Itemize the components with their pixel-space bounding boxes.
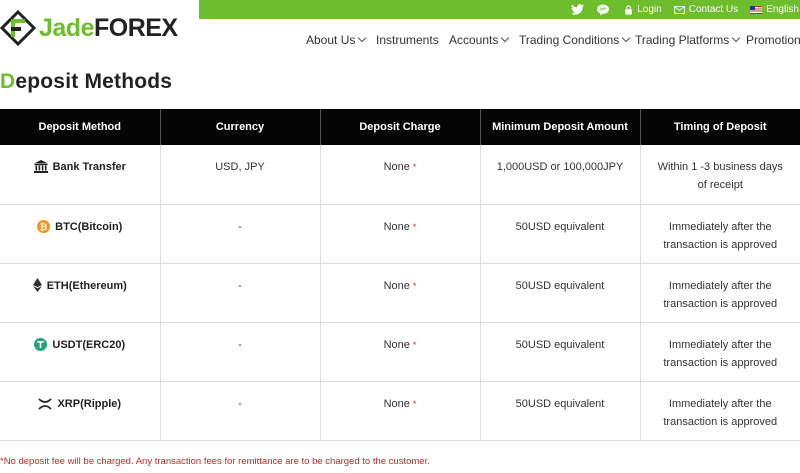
svg-text:₿: ₿ [40,222,47,233]
nav-promotions-label: Promotions [746,33,800,47]
language-label: English [766,4,799,15]
page-title-rest: eposit Methods [15,70,173,93]
twitter-icon[interactable] [571,4,585,15]
table-row: XRP(Ripple) - None * 50USD equivalent Imm… [0,381,800,441]
table-row: Bank Transfer USD, JPY None * 1,000USD or… [0,145,800,205]
method-label: USDT(ERC20) [52,338,126,351]
table-row: USDT(ERC20) - None * 50USD equivalent Imm… [0,322,800,382]
nav-accounts[interactable]: Accounts [449,33,519,47]
chevron-down-icon [358,33,367,43]
deposit-methods-table: Deposit Method Currency Deposit Charge M… [0,109,800,441]
method-cell: Bank Transfer [0,145,161,205]
currency-cell: USD, JPY [160,145,321,205]
table-row: ₿ BTC(Bitcoin) - None * 50USD equivalent … [0,204,800,264]
method-cell: ETH(Ethereum) [0,263,161,323]
header-deposit-method: Deposit Method [0,109,161,145]
header-deposit-charge: Deposit Charge [320,109,481,145]
nav-accounts-label: Accounts [449,33,499,47]
currency-cell: - [160,263,321,323]
timing-cell: Within 1 -3 business days of receipt [640,145,800,205]
ripple-icon [38,397,53,410]
nav-promotions[interactable]: Promotions [746,33,800,47]
charge-cell: None * [320,322,481,382]
nav-trading-conditions-label: Trading Conditions [519,33,620,47]
asterisk-mark: * [412,339,417,350]
nav-instruments[interactable]: Instruments [376,33,449,47]
timing-cell: Immediately after the transaction is app… [640,322,800,382]
logo-text: JadeFOREX [39,14,178,43]
logo-text-jade: Jade [39,13,94,42]
jadeforex-logo-icon [0,10,36,46]
method-label: XRP(Ripple) [57,397,122,410]
minimum-cell: 1,000USD or 100,000JPY [480,145,641,205]
chevron-down-icon [501,33,510,43]
chevron-down-icon [622,33,631,43]
minimum-cell: 50USD equivalent [480,204,641,264]
charge-value: None [383,220,410,233]
lock-icon [625,4,633,15]
method-label: BTC(Bitcoin) [55,220,123,233]
bitcoin-icon: ₿ [37,219,51,233]
logo-text-forex: FOREX [93,13,178,42]
timing-cell: Immediately after the transaction is app… [640,204,800,264]
header-timing: Timing of Deposit [640,109,800,145]
charge-cell: None * [320,263,481,323]
currency-cell: - [160,381,321,441]
login-label: Login [637,4,662,15]
timing-cell: Immediately after the transaction is app… [640,381,800,441]
nav-trading-platforms[interactable]: Trading Platforms [635,33,746,47]
site-logo[interactable]: JadeFOREX [0,7,178,49]
table-header-row: Deposit Method Currency Deposit Charge M… [0,109,800,145]
tether-icon [34,337,48,351]
contact-link[interactable]: Contact Us [673,4,739,15]
login-link[interactable]: Login [624,4,662,15]
footnote: *No deposit fee will be charged. Any tra… [0,456,430,467]
top-bar: Login Contact Us English [199,0,800,19]
charge-value: None [383,279,410,292]
mail-icon [673,5,685,14]
timing-cell: Immediately after the transaction is app… [640,263,800,323]
main-nav: About Us Instruments Accounts Trading Co… [306,33,800,47]
charge-cell: None * [320,204,481,264]
charge-cell: None * [320,381,481,441]
us-flag-icon [750,5,763,14]
asterisk-mark: * [412,162,417,172]
method-cell: ₿ BTC(Bitcoin) [0,204,161,264]
currency-cell: - [160,322,321,382]
currency-cell: - [160,204,321,264]
minimum-cell: 50USD equivalent [480,263,641,323]
line-chat-icon[interactable] [596,4,610,16]
charge-value: None [383,338,410,351]
nav-trading-conditions[interactable]: Trading Conditions [519,33,635,47]
charge-cell: None * [320,145,481,205]
method-label: ETH(Ethereum) [46,279,127,292]
language-selector[interactable]: English [750,4,799,15]
contact-label: Contact Us [688,4,739,15]
header-currency: Currency [160,109,321,145]
header-minimum-deposit: Minimum Deposit Amount [480,109,641,145]
asterisk-mark: * [412,221,417,232]
charge-value: None [383,397,410,410]
nav-about-us-label: About Us [306,33,356,47]
method-cell: XRP(Ripple) [0,381,161,441]
ethereum-icon [32,277,42,292]
nav-trading-platforms-label: Trading Platforms [635,33,730,47]
asterisk-mark: * [412,398,417,409]
minimum-cell: 50USD equivalent [480,322,641,382]
minimum-cell: 50USD equivalent [480,381,641,441]
chevron-down-icon [732,33,741,43]
page-title: Deposit Methods [0,70,172,94]
nav-instruments-label: Instruments [376,33,439,47]
table-row: ETH(Ethereum) - None * 50USD equivalent I… [0,263,800,323]
method-label: Bank Transfer [52,161,126,173]
bank-icon [33,160,48,173]
asterisk-mark: * [412,280,417,291]
page-title-first-letter: D [0,70,16,93]
charge-value: None [383,161,410,173]
method-cell: USDT(ERC20) [0,322,161,382]
nav-about-us[interactable]: About Us [306,33,376,47]
